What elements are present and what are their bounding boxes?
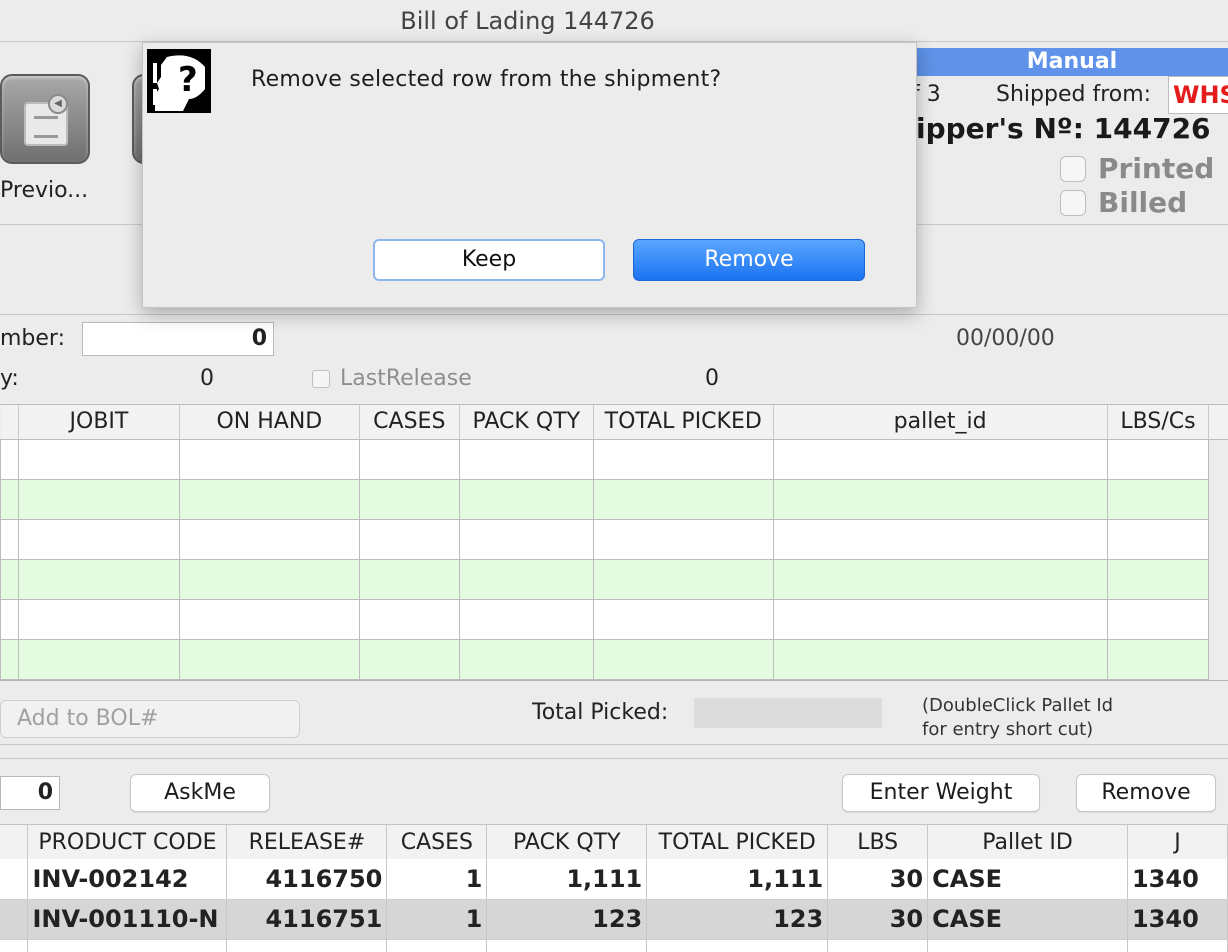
table-row[interactable] <box>0 598 1228 640</box>
divider <box>0 744 1228 745</box>
confirm-dialog: ? Remove selected row from the shipment?… <box>142 42 917 308</box>
window-title: Bill of Lading 144726 <box>400 7 655 35</box>
column-header[interactable]: ON HAND <box>179 405 360 440</box>
table-row[interactable]: INV-002142 4116750 1 1,111 1,111 30 CASE… <box>0 859 1228 900</box>
last-release-checkbox[interactable] <box>312 370 330 388</box>
total-picked-value <box>694 698 882 728</box>
divider <box>0 758 1228 759</box>
column-header[interactable]: PACK QTY <box>486 825 648 859</box>
y-value: 0 <box>200 366 214 391</box>
release-cell: 4116751 <box>226 899 388 940</box>
dialog-message: Remove selected row from the shipment? <box>251 67 722 92</box>
column-header[interactable]: J <box>1127 825 1228 859</box>
shipment-grid: PRODUCT CODE RELEASE# CASES PACK QTY TOT… <box>0 824 1228 952</box>
divider <box>0 314 1228 315</box>
total-picked-cell: 1,111 <box>646 859 829 900</box>
column-header[interactable]: JOBIT <box>18 405 180 440</box>
hint-line-1: (DoubleClick Pallet Id <box>922 695 1114 716</box>
date-value: 00/00/00 <box>956 326 1055 351</box>
previous-button[interactable]: ◀ <box>0 74 90 164</box>
cases-cell: 1 <box>386 899 488 940</box>
mode-badge: Manual <box>916 48 1228 76</box>
column-header[interactable]: RELEASE# <box>226 825 388 859</box>
column-header[interactable]: CASES <box>359 405 460 440</box>
product-code-cell: INV-001110-N <box>27 899 228 940</box>
column-header[interactable]: Pallet ID <box>927 825 1128 859</box>
release-cell: 4116750 <box>226 859 388 900</box>
table-row-selected[interactable]: INV-001110-N 4116751 1 123 123 30 CASE 1… <box>0 899 1228 940</box>
table-row[interactable] <box>0 939 1228 952</box>
pallet-id-cell: CASE <box>927 899 1128 940</box>
printed-label: Printed <box>1098 152 1215 185</box>
j-cell: 1340 <box>1127 899 1228 940</box>
pick-grid: JOBIT ON HAND CASES PACK QTY TOTAL PICKE… <box>0 404 1228 680</box>
last-release-value: 0 <box>705 366 719 391</box>
column-header[interactable]: pallet_id <box>773 405 1108 440</box>
column-header[interactable]: LBS/Cs <box>1107 405 1210 440</box>
previous-button-label: Previo... <box>0 178 89 203</box>
count-input[interactable]: 0 <box>0 776 60 810</box>
last-release-label: LastRelease <box>340 366 472 391</box>
lbs-cell: 30 <box>827 899 929 940</box>
shipped-from-label: Shipped from: <box>996 82 1152 107</box>
enter-weight-button[interactable]: Enter Weight <box>842 774 1040 812</box>
keep-button[interactable]: Keep <box>373 239 605 281</box>
confirm-remove-button[interactable]: Remove <box>633 239 865 281</box>
table-row[interactable] <box>0 478 1228 520</box>
column-header[interactable]: PACK QTY <box>459 405 594 440</box>
cases-cell: 1 <box>386 859 488 900</box>
column-header <box>1208 405 1228 440</box>
shipped-from-field[interactable]: WHSE <box>1168 76 1228 114</box>
column-header[interactable] <box>0 825 29 859</box>
number-input[interactable]: 0 <box>82 322 274 356</box>
column-header[interactable]: TOTAL PICKED <box>646 825 829 859</box>
add-to-bol-input[interactable]: Add to BOL# <box>0 700 300 738</box>
table-row[interactable] <box>0 558 1228 600</box>
y-label: y: <box>0 366 19 391</box>
column-header[interactable]: TOTAL PICKED <box>593 405 774 440</box>
total-picked-cell: 123 <box>646 899 829 940</box>
remove-row-button[interactable]: Remove <box>1076 774 1216 812</box>
question-face-icon: ? <box>147 49 211 113</box>
shipper-number: ipper's Nº: 144726 <box>916 112 1211 145</box>
billed-checkbox[interactable] <box>1060 190 1086 216</box>
pack-qty-cell: 1,111 <box>486 859 648 900</box>
table-row[interactable] <box>0 518 1228 560</box>
pack-qty-cell: 123 <box>486 899 648 940</box>
billed-label: Billed <box>1098 186 1188 219</box>
pallet-id-cell: CASE <box>927 859 1128 900</box>
back-arrow-icon: ◀ <box>48 94 68 114</box>
divider <box>0 680 1228 681</box>
j-cell: 1340 <box>1127 859 1228 900</box>
column-header[interactable] <box>0 405 19 440</box>
printed-checkbox[interactable] <box>1060 156 1086 182</box>
column-header[interactable]: PRODUCT CODE <box>27 825 228 859</box>
number-label: mber: <box>0 326 66 351</box>
total-picked-label: Total Picked: <box>532 700 669 725</box>
column-header[interactable]: LBS <box>827 825 929 859</box>
table-row[interactable] <box>0 638 1228 680</box>
hint-line-2: for entry short cut) <box>922 719 1094 740</box>
lbs-cell: 30 <box>827 859 929 900</box>
askme-button[interactable]: AskMe <box>130 774 270 812</box>
product-code-cell: INV-002142 <box>27 859 228 900</box>
column-header[interactable]: CASES <box>386 825 488 859</box>
table-row[interactable] <box>0 438 1228 480</box>
svg-text:?: ? <box>178 60 198 100</box>
